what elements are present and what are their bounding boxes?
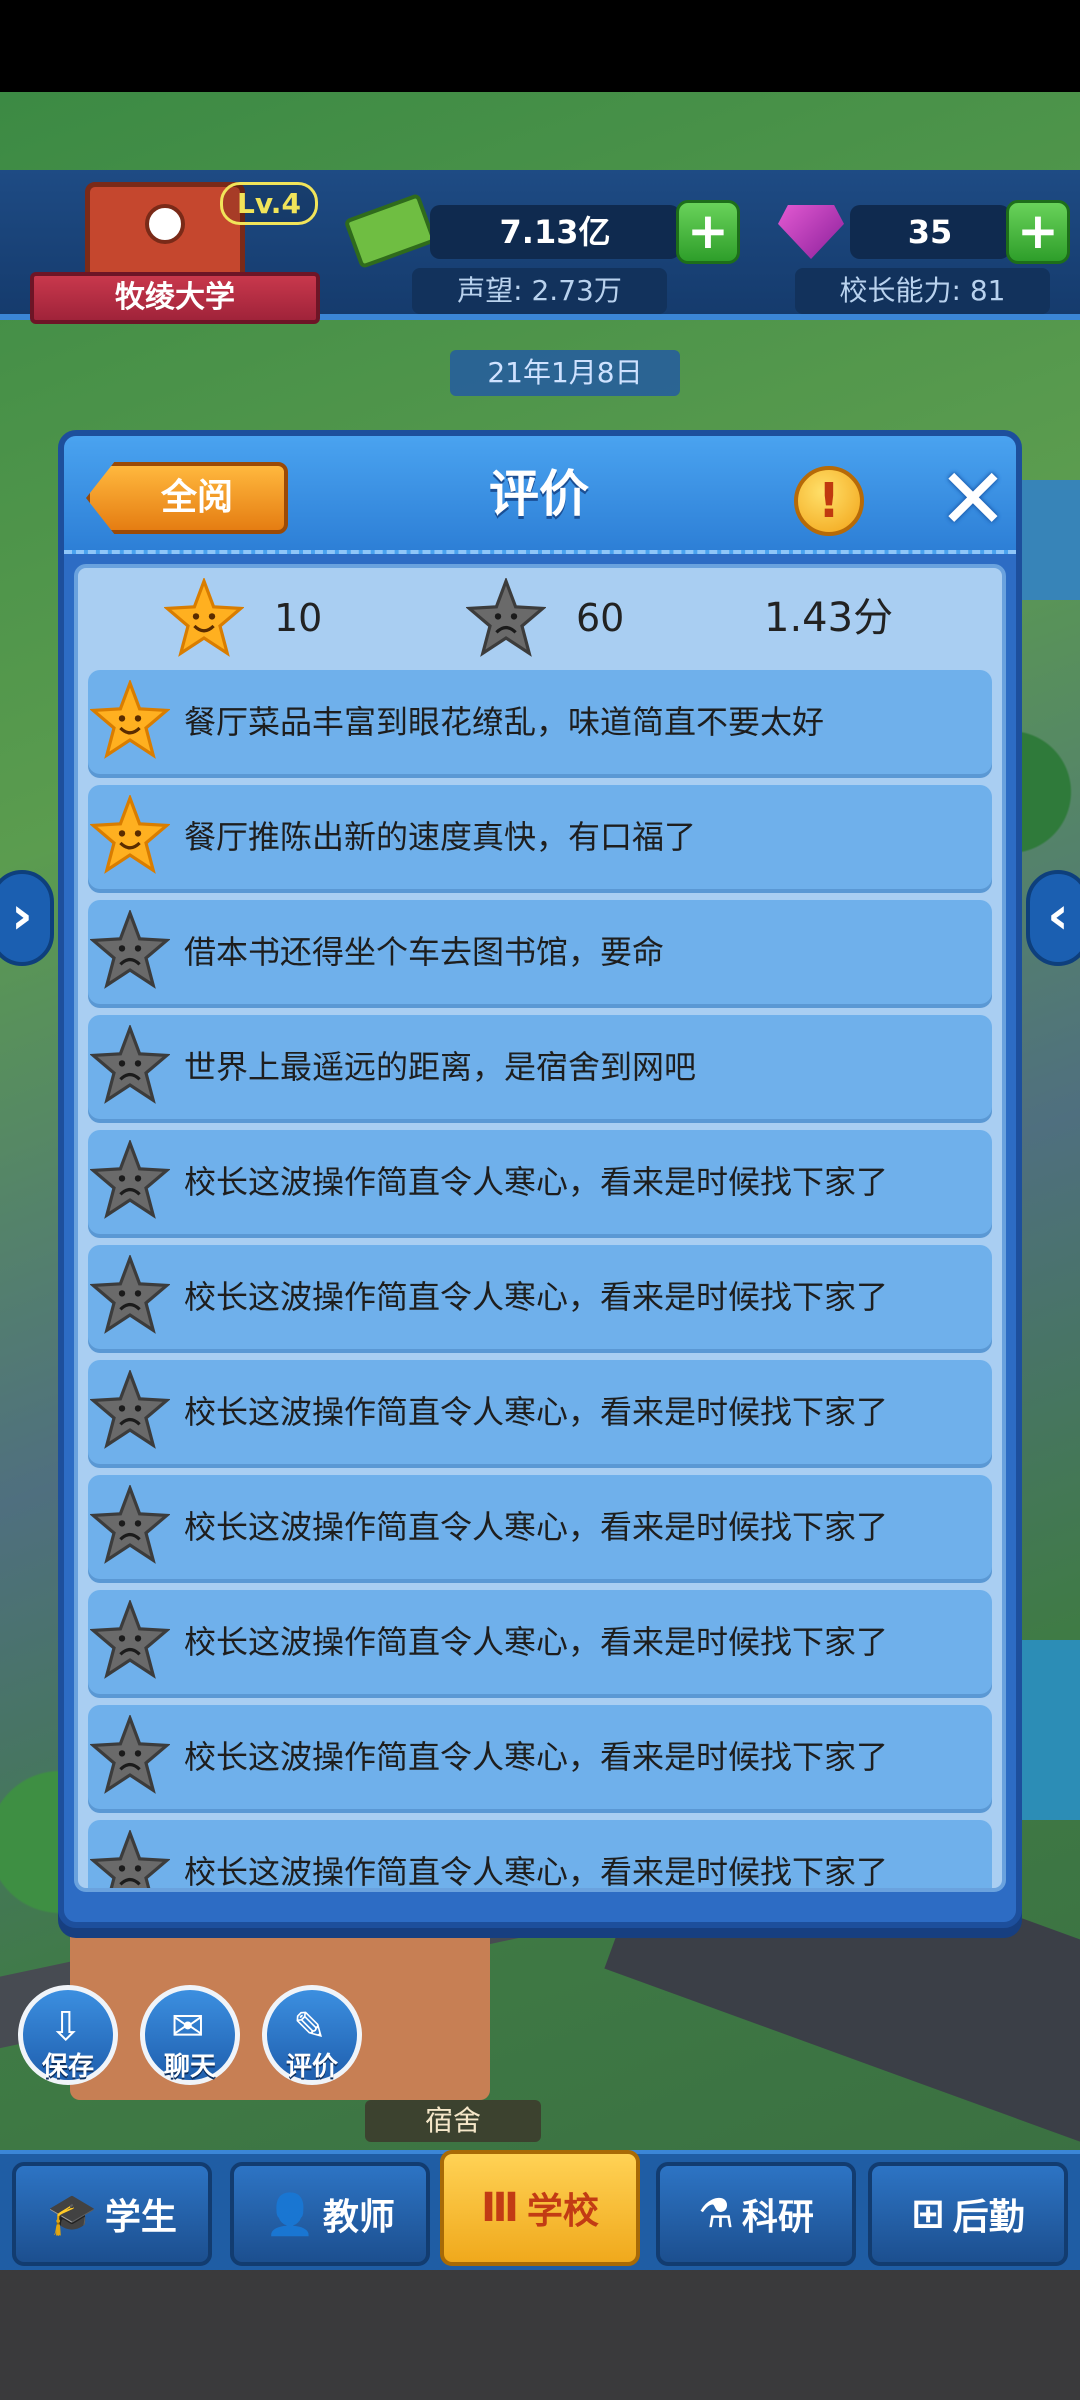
sad-star-icon	[90, 1255, 170, 1334]
review-item[interactable]: 校长这波操作简直令人寒心，看来是时候找下家了	[88, 1590, 992, 1694]
chevron-right-icon[interactable]: ‹	[1026, 870, 1080, 966]
review-text: 餐厅推陈出新的速度真快，有口福了	[184, 818, 697, 856]
chat-label: 聊天	[163, 2052, 216, 2082]
review-text: 校长这波操作简直令人寒心，看来是时候找下家了	[184, 1163, 889, 1201]
review-button[interactable]: ✎ 评价	[262, 1985, 362, 2085]
review-panel[interactable]: 10 60 1.43分 餐厅菜品丰富到眼花缭乱，味道简直不要太好 餐厅推陈出新的速…	[74, 564, 1006, 1892]
review-item[interactable]: 借本书还得坐个车去图书馆，要命	[88, 900, 992, 1004]
download-icon: ⇩	[49, 2004, 83, 2050]
happy-star-icon	[90, 680, 170, 759]
sad-star-icon	[90, 1600, 170, 1679]
review-item[interactable]: 校长这波操作简直令人寒心，看来是时候找下家了	[88, 1130, 992, 1234]
sad-star-icon	[466, 578, 546, 657]
tab-school[interactable]: Ⅲ 学校	[440, 2150, 640, 2266]
principal-ability-stat: 校长能力: 81	[795, 268, 1050, 314]
close-button[interactable]: ✕	[936, 457, 1010, 541]
tab-label: 后勤	[952, 2197, 1025, 2238]
review-text: 借本书还得坐个车去图书馆，要命	[184, 933, 665, 971]
review-text: 校长这波操作简直令人寒心，看来是时候找下家了	[184, 1508, 889, 1546]
bad-summary: 60	[466, 568, 624, 668]
reputation-stat: 声望: 2.73万	[412, 268, 667, 314]
tab-label: 学生	[104, 2197, 177, 2238]
gem-value: 35	[850, 205, 1010, 259]
review-summary: 10 60 1.43分	[78, 568, 1002, 668]
chat-icon: ✉	[171, 2004, 205, 2050]
tab-students[interactable]: 🎓 学生	[12, 2162, 212, 2266]
clock-icon	[145, 204, 185, 244]
review-dialog: 全阅 评价 ! ✕ 10 60 1.43分 餐厅菜品丰富到眼花缭乱，味道简直不要…	[58, 430, 1022, 1928]
happy-star-icon	[164, 578, 244, 657]
review-text: 校长这波操作简直令人寒心，看来是时候找下家了	[184, 1278, 889, 1316]
dialog-title: 评价	[489, 465, 589, 523]
building-label: 宿舍	[365, 2100, 541, 2142]
review-text: 校长这波操作简直令人寒心，看来是时候找下家了	[184, 1738, 889, 1776]
bottom-tab-bar: 🎓 学生 👤 教师 Ⅲ 学校 ⚗ 科研 ⊞ 后勤	[0, 2150, 1080, 2270]
bad-count: 60	[576, 596, 625, 640]
sad-star-icon	[90, 910, 170, 989]
review-label: 评价	[285, 2052, 338, 2082]
school-emblem[interactable]: Lv.4 牧绫大学	[30, 182, 320, 332]
good-count: 10	[274, 596, 323, 640]
chevron-left-icon[interactable]: ›	[0, 870, 54, 966]
tab-label: 学校	[526, 2191, 599, 2232]
dialog-header: 全阅 评价 ! ✕	[64, 436, 1016, 554]
review-item[interactable]: 校长这波操作简直令人寒心，看来是时候找下家了	[88, 1820, 992, 1891]
review-item[interactable]: 校长这波操作简直令人寒心，看来是时候找下家了	[88, 1360, 992, 1464]
info-icon[interactable]: !	[794, 466, 864, 536]
tab-teachers[interactable]: 👤 教师	[230, 2162, 430, 2266]
review-text: 校长这波操作简直令人寒心，看来是时候找下家了	[184, 1853, 889, 1891]
school-pillars-icon: Ⅲ	[481, 2185, 519, 2231]
happy-star-icon	[90, 795, 170, 874]
graduation-cap-icon: 🎓	[47, 2191, 97, 2238]
review-text: 餐厅菜品丰富到眼花缭乱，味道简直不要太好	[184, 703, 825, 741]
review-text: 世界上最遥远的距离，是宿舍到网吧	[184, 1048, 697, 1086]
sad-star-icon	[90, 1025, 170, 1104]
chat-button[interactable]: ✉ 聊天	[140, 1985, 240, 2085]
tab-label: 教师	[322, 2197, 395, 2238]
review-item[interactable]: 校长这波操作简直令人寒心，看来是时候找下家了	[88, 1245, 992, 1349]
navigation-bar-area	[0, 2270, 1080, 2400]
review-score: 1.43分	[764, 595, 894, 641]
edit-icon: ✎	[293, 2004, 327, 2050]
tab-label: 科研	[741, 2197, 814, 2238]
sad-star-icon	[90, 1370, 170, 1449]
sad-star-icon	[90, 1485, 170, 1564]
read-all-button[interactable]: 全阅	[86, 462, 288, 534]
sad-star-icon	[90, 1830, 170, 1888]
review-item[interactable]: 校长这波操作简直令人寒心，看来是时候找下家了	[88, 1705, 992, 1809]
logistics-icon: ⊞	[911, 2191, 945, 2237]
game-date: 21年1月8日	[450, 350, 680, 396]
person-icon: 👤	[265, 2191, 315, 2238]
review-text: 校长这波操作简直令人寒心，看来是时候找下家了	[184, 1393, 889, 1431]
add-gem-button[interactable]: +	[1006, 200, 1070, 264]
microscope-icon: ⚗	[698, 2191, 734, 2237]
review-item[interactable]: 世界上最遥远的距离，是宿舍到网吧	[88, 1015, 992, 1119]
tab-research[interactable]: ⚗ 科研	[656, 2162, 856, 2266]
sad-star-icon	[90, 1715, 170, 1794]
money-value: 7.13亿	[430, 205, 680, 259]
status-bar-area	[0, 0, 1080, 92]
tab-logistics[interactable]: ⊞ 后勤	[868, 2162, 1068, 2266]
good-summary: 10	[164, 568, 322, 668]
school-name: 牧绫大学	[30, 272, 320, 324]
review-item[interactable]: 餐厅推陈出新的速度真快，有口福了	[88, 785, 992, 889]
save-button[interactable]: ⇩ 保存	[18, 1985, 118, 2085]
save-label: 保存	[41, 2052, 94, 2082]
sad-star-icon	[90, 1140, 170, 1219]
review-item[interactable]: 餐厅菜品丰富到眼花缭乱，味道简直不要太好	[88, 670, 992, 774]
level-badge: Lv.4	[220, 182, 318, 225]
review-text: 校长这波操作简直令人寒心，看来是时候找下家了	[184, 1623, 889, 1661]
add-money-button[interactable]: +	[676, 200, 740, 264]
review-item[interactable]: 校长这波操作简直令人寒心，看来是时候找下家了	[88, 1475, 992, 1579]
